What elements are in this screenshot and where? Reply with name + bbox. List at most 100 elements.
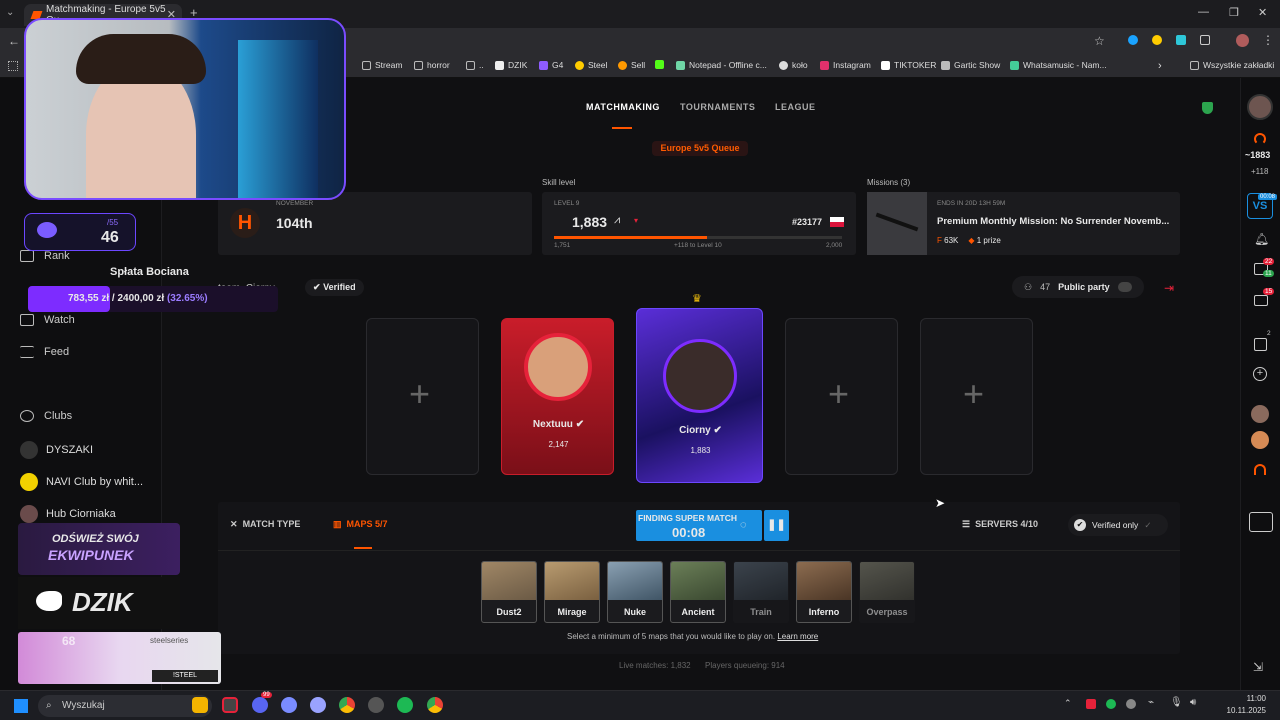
windows-start-icon[interactable] xyxy=(14,699,28,713)
tray-expand-icon[interactable]: ⌃ xyxy=(1064,698,1072,709)
verified-only-toggle[interactable]: ✔︎ Verified only ✓ xyxy=(1068,514,1168,536)
close-window-icon[interactable]: ✕ xyxy=(1258,6,1267,19)
elo-gauge-icon xyxy=(1254,133,1266,145)
tray-steam-icon[interactable] xyxy=(1126,699,1136,709)
map-tile-ancient[interactable]: Ancient xyxy=(670,561,726,623)
add-icon[interactable]: + xyxy=(1253,367,1267,381)
all-bookmarks[interactable]: Wszystkie zakładki xyxy=(1190,60,1274,70)
discord-icon[interactable] xyxy=(252,697,268,713)
sidebar-item-watch[interactable]: Watch xyxy=(20,314,75,326)
right-sidebar: ~1883 +118 VS 00:08 🔔︎ 22 11 15 2 + ⇲ xyxy=(1240,78,1280,690)
clock-date[interactable]: 10.11.2025 xyxy=(1206,706,1266,715)
leave-party-icon[interactable]: ⇥ xyxy=(1164,281,1174,295)
extension-icon[interactable] xyxy=(1176,35,1186,45)
bookmark-folder[interactable]: .. xyxy=(466,60,484,70)
chat-icon[interactable] xyxy=(1254,295,1268,306)
chip-icon[interactable] xyxy=(1249,512,1273,532)
chrome-icon[interactable] xyxy=(339,697,355,713)
app-icon[interactable] xyxy=(310,697,326,713)
microphone-icon[interactable]: 🎙︎ xyxy=(1170,697,1183,708)
pause-button[interactable]: ❚❚ xyxy=(764,510,789,541)
minimize-icon[interactable]: — xyxy=(1198,6,1209,18)
app-icon[interactable] xyxy=(281,697,297,713)
bell-icon[interactable]: 🔔︎ xyxy=(1254,232,1269,246)
map-tile-dust2[interactable]: Dust2 xyxy=(481,561,537,623)
bookmark-tiktoker[interactable]: TIKTOKER xyxy=(881,60,936,70)
back-icon[interactable]: ← xyxy=(8,34,20,48)
bookmark-instagram[interactable]: Instagram xyxy=(820,60,871,70)
empty-slot[interactable]: + xyxy=(920,318,1033,475)
map-tile-mirage[interactable]: Mirage xyxy=(544,561,600,623)
club-item[interactable]: DYSZAKI xyxy=(20,441,93,459)
club-item[interactable]: NAVI Club by whit... xyxy=(20,473,143,491)
chevron-down-icon[interactable]: ▾ xyxy=(634,216,638,225)
sidebar-item-feed[interactable]: Feed xyxy=(20,346,69,358)
skill-card[interactable]: LEVEL 9 1,883 ⩘ ▾ #23177 1,751 +118 to L… xyxy=(542,192,856,255)
profile-avatar[interactable] xyxy=(1236,34,1249,47)
clock-time[interactable]: 11:00 xyxy=(1206,694,1266,703)
star-icon[interactable]: ☆ xyxy=(1094,34,1105,48)
download-icon[interactable]: ⇲ xyxy=(1253,660,1263,674)
bookmark-gartic[interactable]: Gartic Show xyxy=(941,60,1000,70)
bookmark-kolo[interactable]: koło xyxy=(779,60,808,70)
extensions-puzzle-icon[interactable] xyxy=(1200,35,1210,45)
bookmark-steel[interactable]: Steel xyxy=(575,60,607,70)
bookmark-k[interactable] xyxy=(655,60,664,69)
more-bookmarks-icon[interactable]: › xyxy=(1158,60,1162,72)
shield-icon xyxy=(1202,102,1213,114)
network-icon[interactable]: ⌁ xyxy=(1148,697,1154,708)
bookmark-notepad[interactable]: Notepad - Offline c... xyxy=(676,60,767,70)
tray-icon[interactable] xyxy=(1086,699,1096,709)
spinner-icon: ◌ xyxy=(740,519,747,531)
app-icon[interactable] xyxy=(222,697,238,713)
match-type-button[interactable]: ✕ MATCH TYPE xyxy=(230,519,300,530)
bookmark-sell[interactable]: Sell xyxy=(618,60,645,70)
volume-icon[interactable]: 🔊︎ xyxy=(1190,697,1196,708)
party-icon[interactable] xyxy=(1254,338,1267,351)
tab-league[interactable]: LEAGUE xyxy=(775,102,816,112)
tray-spotify-icon[interactable] xyxy=(1106,699,1116,709)
player-card[interactable]: Nextuuu ✔︎ 2,147 xyxy=(501,318,614,475)
empty-slot[interactable]: + xyxy=(366,318,479,475)
apps-grid-icon[interactable] xyxy=(8,61,18,71)
maps-tab[interactable]: ▥ MAPS 5/7 xyxy=(333,519,388,530)
file-explorer-icon[interactable] xyxy=(192,697,208,713)
map-tile-train[interactable]: Train xyxy=(733,561,789,623)
g4-icon xyxy=(539,60,548,70)
map-tile-overpass[interactable]: Overpass xyxy=(859,561,915,623)
bookmark-g4[interactable]: G4 xyxy=(539,60,563,70)
friend-avatar[interactable] xyxy=(1251,431,1269,449)
sidebar-item-clubs[interactable]: Clubs xyxy=(20,410,72,422)
map-tile-inferno[interactable]: Inferno xyxy=(796,561,852,623)
bookmark-stream[interactable]: Stream xyxy=(362,60,402,70)
tab-matchmaking[interactable]: MATCHMAKING xyxy=(586,102,660,112)
obs-icon[interactable] xyxy=(368,697,384,713)
bookmark-whatsamusic[interactable]: Whatsamusic - Nam... xyxy=(1010,60,1107,70)
menu-icon[interactable]: ⋮ xyxy=(1262,33,1274,47)
extension-icon[interactable] xyxy=(1152,35,1162,45)
player-card-own[interactable]: Ciorny ✔︎ 1,883 xyxy=(636,308,763,483)
elo-delta: +118 xyxy=(1251,167,1269,176)
tab-list-icon[interactable]: ⌄ xyxy=(6,7,14,18)
club-item[interactable]: Hub Ciorniaka xyxy=(20,505,116,523)
maximize-icon[interactable]: ❐ xyxy=(1229,6,1239,19)
taskbar-search[interactable]: ⌕ Wyszukaj xyxy=(38,695,212,717)
bookmark-horror[interactable]: horror xyxy=(414,60,450,70)
public-party-toggle[interactable] xyxy=(1117,282,1132,292)
spotify-icon[interactable] xyxy=(397,697,413,713)
finding-match-button[interactable]: FINDING SUPER MATCH 00:08 ◌ xyxy=(636,510,762,541)
user-avatar[interactable] xyxy=(1247,94,1273,120)
empty-slot[interactable]: + xyxy=(785,318,898,475)
headset-icon[interactable] xyxy=(1254,464,1266,475)
season-card[interactable]: H NOVEMBER 104th xyxy=(218,192,532,255)
friend-avatar[interactable] xyxy=(1251,405,1269,423)
bookmark-dzik[interactable]: DZIK xyxy=(495,60,527,70)
chrome-active-icon[interactable] xyxy=(427,697,443,713)
missions-card[interactable]: ENDS IN 20D 13H 59M Premium Monthly Miss… xyxy=(867,192,1180,255)
sidebar-item-rank[interactable]: Rank xyxy=(20,250,70,262)
tab-tournaments[interactable]: TOURNAMENTS xyxy=(680,102,755,112)
map-tile-nuke[interactable]: Nuke xyxy=(607,561,663,623)
learn-more-link[interactable]: Learn more xyxy=(777,632,818,641)
extension-icon[interactable] xyxy=(1128,35,1138,45)
servers-button[interactable]: ☰ SERVERS 4/10 xyxy=(962,519,1038,530)
